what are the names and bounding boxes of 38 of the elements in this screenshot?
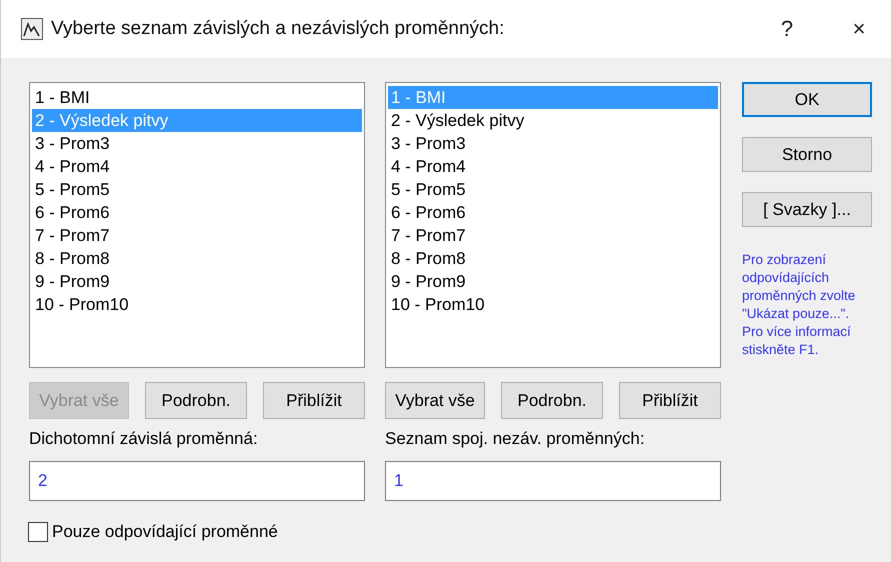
field-label: Dichotomní závislá proměnná: xyxy=(29,429,259,449)
action-button[interactable]: Přiblížit xyxy=(619,382,721,419)
list-item[interactable]: 4 - Prom4 xyxy=(388,155,718,178)
help-button[interactable]: ? xyxy=(755,9,819,49)
list-item[interactable]: 6 - Prom6 xyxy=(32,201,362,224)
action-button[interactable]: Vybrat vše xyxy=(385,382,485,419)
input-field[interactable]: 1 xyxy=(385,461,721,501)
variable-list[interactable]: 1 - BMI 2 - Výsledek pitvy 3 - Prom3 4 - Prom4 5 - Prom5 6 - Prom6 7 - Prom7 8 - Prom8 9 - Prom9 10 - Prom10 xyxy=(385,82,721,368)
list-item[interactable]: 7 - Prom7 xyxy=(32,224,362,247)
list-item[interactable]: 9 - Prom9 xyxy=(32,270,362,293)
list-item[interactable]: 10 - Prom10 xyxy=(32,293,362,316)
chart-icon xyxy=(21,18,43,40)
window-title: Vyberte seznam závislých a nezávislých proměnných: xyxy=(51,18,506,40)
list-item[interactable]: 8 - Prom8 xyxy=(32,247,362,270)
list-item[interactable]: 5 - Prom5 xyxy=(32,178,362,201)
dialog-button[interactable]: OK xyxy=(742,82,872,117)
list-item[interactable]: 10 - Prom10 xyxy=(388,293,718,316)
dialog-button[interactable]: [ Svazky ]... xyxy=(742,192,872,227)
checkbox-box[interactable] xyxy=(28,522,48,542)
list-item[interactable]: 9 - Prom9 xyxy=(388,270,718,293)
list-item[interactable]: 1 - BMI xyxy=(32,86,362,109)
list-item[interactable]: 7 - Prom7 xyxy=(388,224,718,247)
action-button[interactable]: Podrobn. xyxy=(501,382,603,419)
list-item[interactable]: 3 - Prom3 xyxy=(388,132,718,155)
close-button[interactable]: × xyxy=(827,9,891,49)
action-button[interactable]: Přiblížit xyxy=(263,382,365,419)
list-item[interactable]: 8 - Prom8 xyxy=(388,247,718,270)
list-item[interactable]: 6 - Prom6 xyxy=(388,201,718,224)
list-item[interactable]: 2 - Výsledek pitvy xyxy=(388,109,718,132)
list-item[interactable]: 3 - Prom3 xyxy=(32,132,362,155)
input-field[interactable]: 2 xyxy=(29,461,365,501)
variable-list[interactable]: 1 - BMI 2 - Výsledek pitvy 3 - Prom3 4 - Prom4 5 - Prom5 6 - Prom6 7 - Prom7 8 - Prom8 9 - Prom9 10 - Prom10 xyxy=(29,82,365,368)
action-button[interactable]: Podrobn. xyxy=(145,382,247,419)
list-item[interactable]: 5 - Prom5 xyxy=(388,178,718,201)
list-item[interactable]: 4 - Prom4 xyxy=(32,155,362,178)
help-text: Pro zobrazení odpovídajících proměnných zvolte "Ukázat pouze...". Pro více informací stiskněte F1. xyxy=(742,251,856,359)
dialog-button[interactable]: Storno xyxy=(742,137,872,172)
field-label: Seznam spoj. nezáv. proměnných: xyxy=(385,429,646,449)
